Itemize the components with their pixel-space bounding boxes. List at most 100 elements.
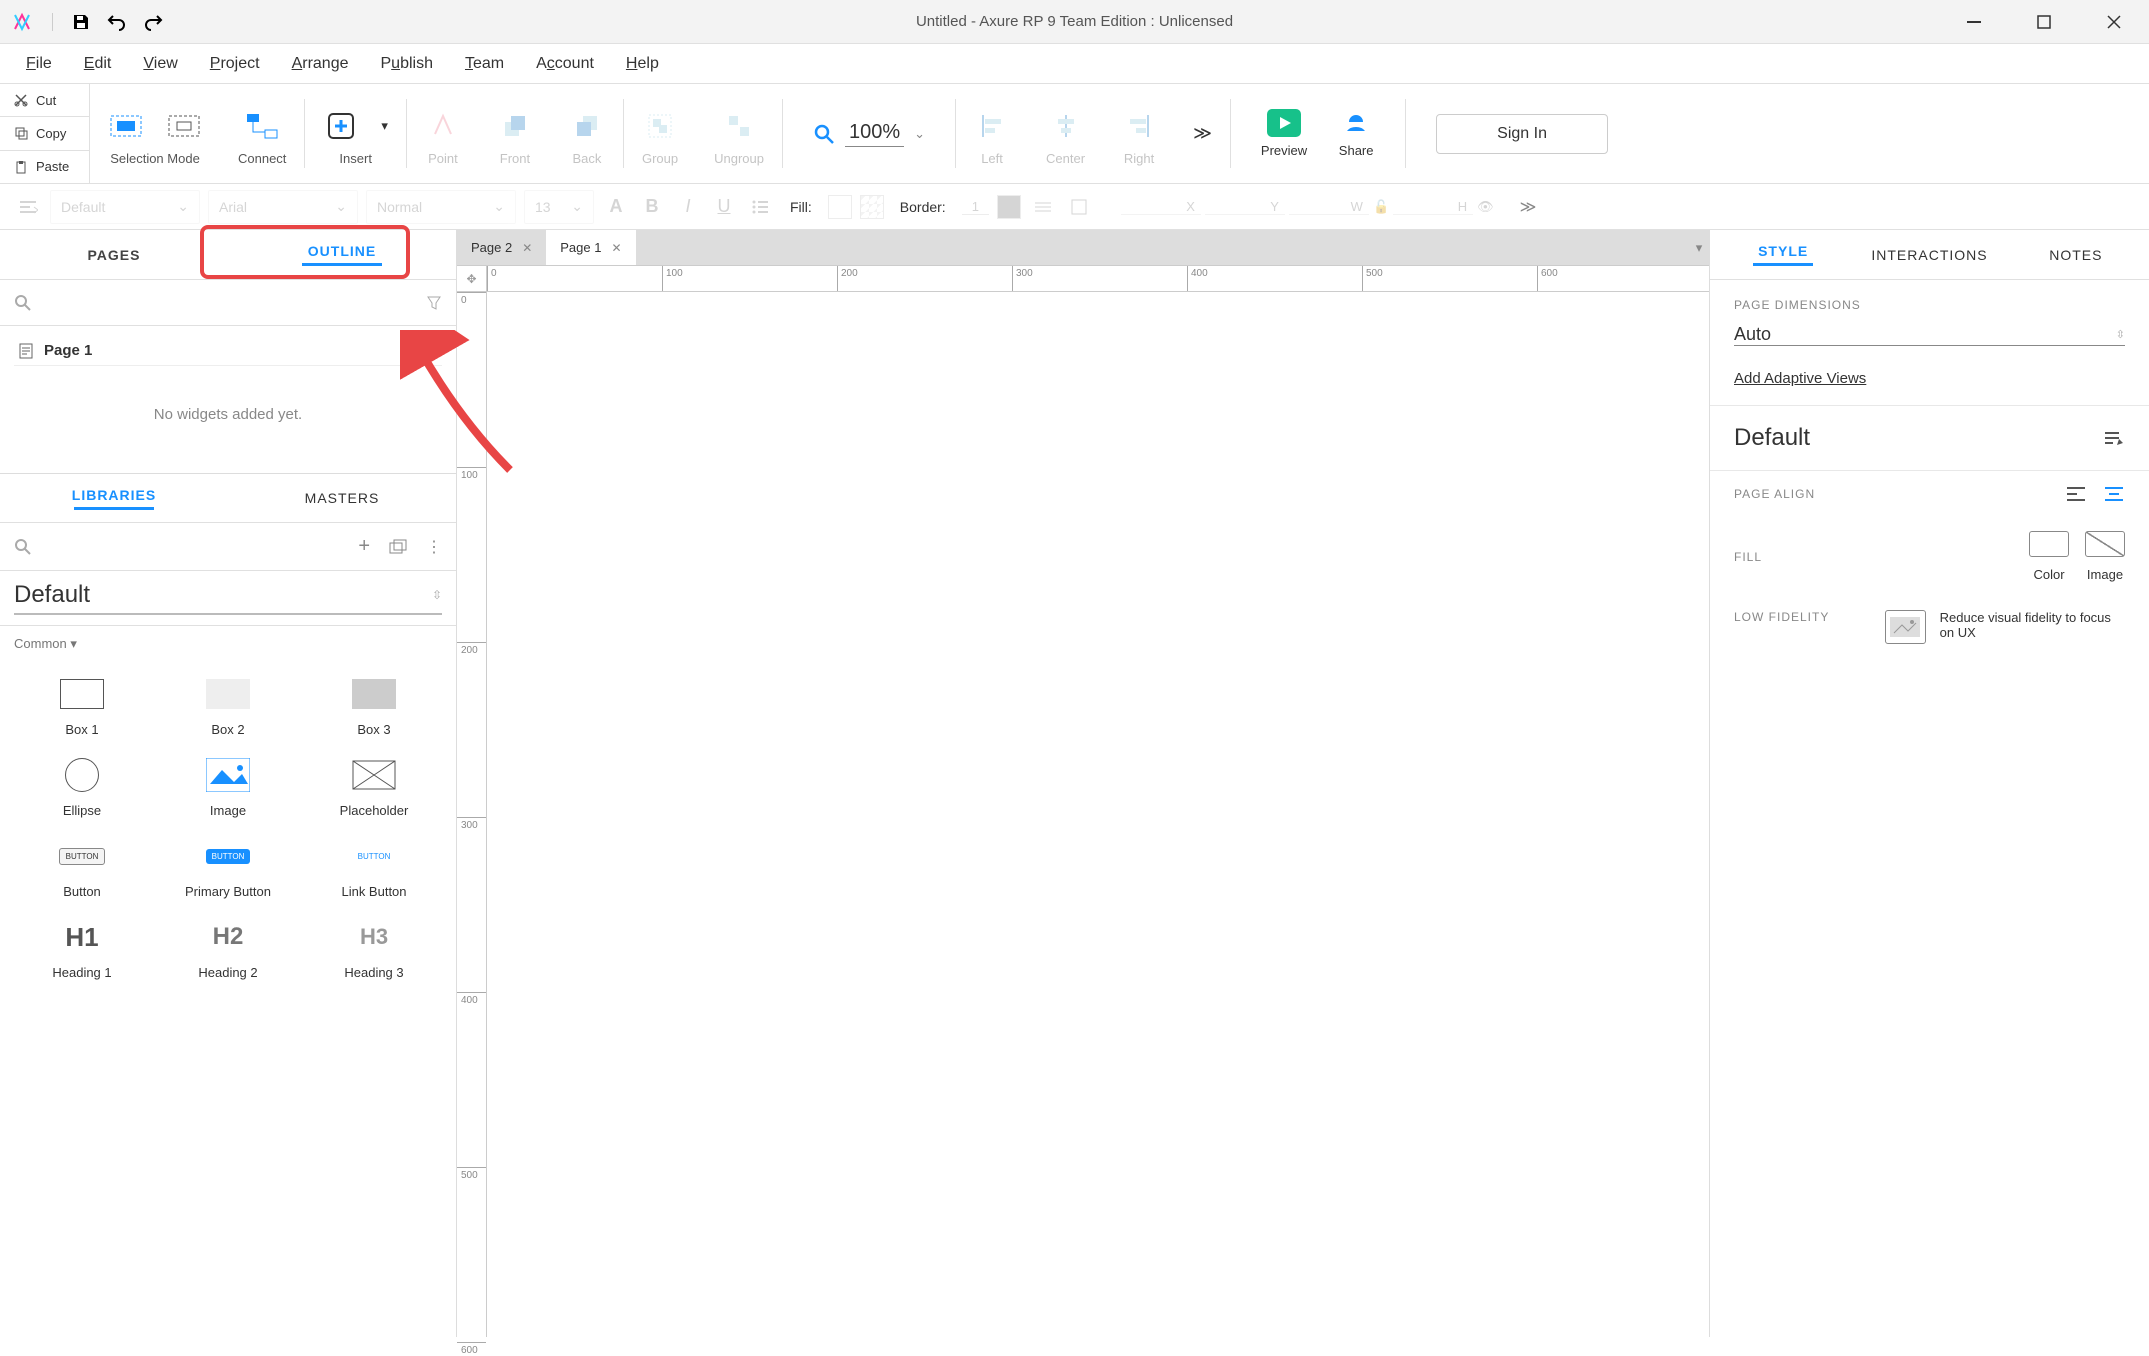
close-icon[interactable]: ✕ [611,241,621,255]
insert-icon[interactable] [323,108,359,144]
outline-empty-message: No widgets added yet. [14,366,442,463]
menu-edit[interactable]: Edit [68,49,128,79]
font-weight-select[interactable]: Normal⌄ [366,190,516,224]
text-color-icon[interactable]: A [602,193,630,221]
font-select[interactable]: Arial⌄ [208,190,358,224]
funnel-icon[interactable] [426,295,442,311]
page-align-left-icon[interactable] [2065,485,2087,503]
edit-style-icon[interactable] [2103,429,2125,447]
border-sides-icon[interactable] [1065,193,1093,221]
canvas-area: Page 2✕ Page 1✕ ▾ ✥ 0 100 200 300 400 50… [457,230,1709,1337]
menu-view[interactable]: View [127,49,193,79]
page-dimensions-select[interactable]: Auto⇳ [1734,324,2125,346]
stylebar-overflow-icon[interactable]: ≫ [1520,197,1537,217]
h-input[interactable]: H [1393,199,1473,215]
app-logo-icon [10,10,34,34]
low-fidelity-toggle[interactable] [1885,610,1926,644]
style-select[interactable]: Default⌄ [50,190,200,224]
copy-button[interactable]: Copy [0,116,89,149]
lock-icon[interactable]: 🔓 [1373,199,1389,215]
canvas-tab-page-1[interactable]: Page 1✕ [546,230,635,265]
page-fill-image-swatch[interactable] [2085,531,2125,557]
chevron-down-icon[interactable]: ⌄ [914,126,925,142]
x-input[interactable]: X [1121,199,1201,215]
menu-project[interactable]: Project [194,49,276,79]
ruler-corner-icon[interactable]: ✥ [457,266,487,292]
widget-heading-2[interactable]: H2Heading 2 [160,919,296,980]
ruler-horizontal[interactable]: 0 100 200 300 400 500 600 [487,266,1709,292]
tab-overflow-icon[interactable]: ▾ [1689,230,1709,266]
outline-page-item[interactable]: Page 1 [14,336,442,366]
menu-publish[interactable]: Publish [365,49,449,79]
widget-heading-1[interactable]: H1Heading 1 [14,919,150,980]
italic-icon[interactable]: I [674,193,702,221]
save-icon[interactable] [67,8,95,36]
tab-style[interactable]: STYLE [1710,229,1856,280]
font-size-input[interactable]: 13⌄ [524,190,594,224]
align-right-icon [1121,108,1157,144]
underline-icon[interactable]: U [710,193,738,221]
insert-dropdown-caret-icon[interactable]: ▾ [381,118,388,134]
right-panel: STYLE INTERACTIONS NOTES PAGE DIMENSIONS… [1709,230,2149,1337]
search-icon[interactable] [14,538,32,556]
fill-color-swatch[interactable] [828,195,852,219]
preview-button[interactable]: Preview [1261,109,1307,158]
widget-button[interactable]: BUTTONButton [14,838,150,899]
library-menu-icon[interactable]: ⋮ [426,537,442,557]
library-select[interactable]: Default⇳ [14,581,442,615]
page-fill-color-swatch[interactable] [2029,531,2069,557]
add-adaptive-views-link[interactable]: Add Adaptive Views [1734,370,1866,387]
sign-in-button[interactable]: Sign In [1436,114,1608,154]
widget-ellipse[interactable]: Ellipse [14,757,150,818]
widget-placeholder[interactable]: Placeholder [306,757,442,818]
close-button[interactable] [2079,0,2149,44]
close-icon[interactable]: ✕ [522,241,532,255]
redo-icon[interactable] [139,8,167,36]
menu-team[interactable]: Team [449,49,520,79]
menu-file[interactable]: File [10,49,68,79]
library-category-common[interactable]: Common ▾ [0,626,456,662]
w-input[interactable]: W [1289,199,1369,215]
widget-box-1[interactable]: Box 1 [14,676,150,737]
border-style-icon[interactable] [1029,193,1057,221]
visibility-icon[interactable]: 👁 [1477,199,1494,215]
canvas-tab-page-2[interactable]: Page 2✕ [457,230,546,265]
tab-notes[interactable]: NOTES [2003,233,2149,277]
tab-pages[interactable]: PAGES [0,233,228,277]
toolbar-overflow-icon[interactable]: ≫ [1193,123,1212,144]
tab-libraries[interactable]: LIBRARIES [0,473,228,524]
y-input[interactable]: Y [1205,199,1285,215]
cut-button[interactable]: Cut [0,84,89,116]
widget-primary-button[interactable]: BUTTONPrimary Button [160,838,296,899]
border-color-swatch[interactable] [997,195,1021,219]
share-button[interactable]: Share [1337,109,1375,158]
connect-icon[interactable] [244,108,280,144]
tab-interactions[interactable]: INTERACTIONS [1856,233,2002,277]
fill-image-swatch[interactable] [860,195,884,219]
widget-box-3[interactable]: Box 3 [306,676,442,737]
bullet-list-icon[interactable] [746,193,774,221]
selection-mode-icon[interactable] [108,108,144,144]
menu-arrange[interactable]: Arrange [276,49,365,79]
paste-button[interactable]: Paste [0,150,89,183]
search-icon[interactable] [14,294,32,312]
ruler-vertical[interactable]: 0 100 200 300 400 500 600 [457,292,487,1337]
widget-box-2[interactable]: Box 2 [160,676,296,737]
undo-icon[interactable] [103,8,131,36]
page-align-center-icon[interactable] [2103,485,2125,503]
selection-contained-icon[interactable] [166,108,202,144]
zoom-control[interactable]: 100% ⌄ [783,84,955,183]
widget-heading-3[interactable]: H3Heading 3 [306,919,442,980]
tab-masters[interactable]: MASTERS [228,476,456,520]
menu-help[interactable]: Help [610,49,675,79]
widget-link-button[interactable]: BUTTONLink Button [306,838,442,899]
menu-account[interactable]: Account [520,49,610,79]
library-stack-icon[interactable] [388,539,408,555]
widget-image[interactable]: Image [160,757,296,818]
canvas[interactable] [487,292,1709,1337]
minimize-button[interactable] [1939,0,2009,44]
maximize-button[interactable] [2009,0,2079,44]
add-library-icon[interactable]: + [358,535,370,558]
tab-outline[interactable]: OUTLINE [228,229,456,280]
bold-icon[interactable]: B [638,193,666,221]
